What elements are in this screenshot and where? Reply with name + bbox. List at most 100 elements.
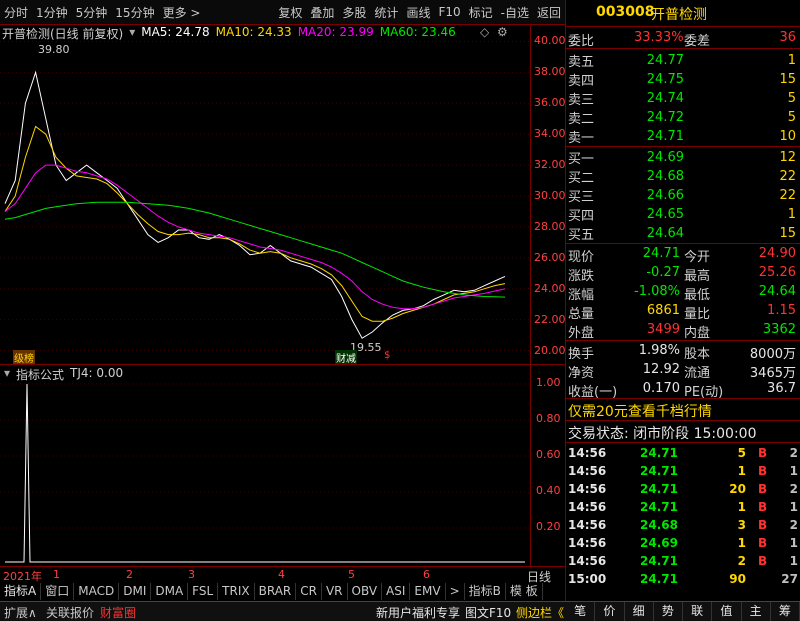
- tick-price: 24.71: [640, 572, 678, 586]
- stat-label: 最高: [684, 269, 711, 284]
- tick-price: 24.69: [640, 536, 678, 550]
- price-tick: 32.00: [534, 158, 566, 172]
- stat-value: 3499: [646, 322, 680, 337]
- tick-row: 14:56 24.68 3 B 2: [566, 516, 800, 534]
- indicator-tab[interactable]: 指标A: [0, 583, 42, 600]
- time-axis-month: 2: [126, 568, 133, 581]
- kline-chart[interactable]: [0, 26, 530, 366]
- toolbar-item[interactable]: 画线: [402, 4, 434, 21]
- order-volume: 10: [779, 128, 796, 144]
- tick-time: 14:56: [568, 536, 607, 550]
- time-axis-year: 2021年: [3, 570, 42, 583]
- tick-price: 24.68: [640, 518, 678, 532]
- tick-direction: B: [758, 482, 768, 496]
- order-book-row: 买四 24.65 1: [566, 205, 800, 224]
- indicator-tab[interactable]: CR: [296, 583, 322, 600]
- event-tag-3[interactable]: $: [384, 350, 390, 361]
- toolbar-item[interactable]: F10: [434, 5, 464, 19]
- stat-value: -1.08%: [634, 284, 680, 299]
- tick-price: 24.71: [640, 464, 678, 478]
- indicator-tab[interactable]: 模 板: [506, 583, 543, 600]
- toolbar-item[interactable]: 返回: [533, 4, 565, 21]
- side-tab[interactable]: 主: [742, 602, 771, 621]
- indicator-tab[interactable]: TRIX: [218, 583, 255, 600]
- order-price: 24.74: [646, 90, 684, 106]
- tick-direction: B: [758, 536, 768, 550]
- tick-row: 14:56 24.71 2 B 1: [566, 552, 800, 570]
- stat-label: 股本: [684, 347, 711, 362]
- tick-time: 15:00: [568, 572, 607, 586]
- toolbar-item[interactable]: 统计: [370, 4, 402, 21]
- toolbar-item[interactable]: 5分钟: [72, 4, 112, 21]
- tick-count: 1: [789, 500, 798, 514]
- side-tab[interactable]: 笔: [566, 602, 596, 621]
- tick-volume: 20: [729, 482, 746, 496]
- sidebar-button[interactable]: 侧边栏《: [516, 604, 564, 621]
- tick-row: 14:56 24.71 1 B 1: [566, 498, 800, 516]
- toolbar-item[interactable]: 多股: [338, 4, 370, 21]
- event-tag-1[interactable]: 级榜: [13, 350, 35, 365]
- indicator-tab[interactable]: 指标B: [465, 583, 506, 600]
- order-level-label: 买三: [568, 189, 595, 205]
- toolbar-item[interactable]: 标记: [465, 4, 497, 21]
- indicator-tab[interactable]: DMI: [119, 583, 152, 600]
- side-tab[interactable]: 细: [625, 602, 654, 621]
- tick-volume: 5: [737, 446, 746, 460]
- side-tab[interactable]: 价: [595, 602, 625, 621]
- indicator-tab[interactable]: MACD: [74, 583, 120, 600]
- stat-value: 6861: [646, 303, 680, 318]
- expand-button[interactable]: 扩展∧: [4, 604, 37, 621]
- indicator-chart[interactable]: [0, 380, 530, 565]
- side-tab[interactable]: 联: [683, 602, 713, 621]
- divider: [566, 48, 800, 49]
- side-tabs: 笔价细势联值主筹: [566, 602, 800, 621]
- toolbar-item[interactable]: 1分钟: [32, 4, 72, 21]
- indicator-tab[interactable]: DMA: [151, 583, 189, 600]
- order-level-label: 卖一: [568, 130, 595, 146]
- tick-count: 2: [789, 518, 798, 532]
- indicator-tab[interactable]: >: [446, 583, 465, 600]
- stat-value: 8000万: [749, 347, 796, 362]
- stat-value: 12.92: [642, 362, 680, 377]
- tick-price: 24.71: [640, 446, 678, 460]
- toolbar-item[interactable]: 复权: [274, 4, 306, 21]
- indicator-tab[interactable]: BRAR: [255, 583, 297, 600]
- order-volume: 1: [787, 206, 796, 222]
- toolbar-item[interactable]: 15分钟: [111, 4, 158, 21]
- promo-banner[interactable]: 仅需20元查看千档行情: [568, 401, 712, 421]
- panel-divider: [0, 364, 565, 365]
- indicator-tab[interactable]: VR: [322, 583, 348, 600]
- indicator-tab[interactable]: FSL: [188, 583, 219, 600]
- event-tag-2[interactable]: 财减: [335, 350, 357, 365]
- indicator-tab[interactable]: 窗口: [41, 583, 75, 600]
- toolbar-item[interactable]: -自选: [497, 4, 533, 21]
- stat-label: 总量: [568, 307, 595, 322]
- side-tab[interactable]: 势: [654, 602, 683, 621]
- toolbar-item[interactable]: 更多 >: [159, 4, 205, 21]
- stat-value: 3465万: [749, 366, 796, 381]
- new-user-promo-button[interactable]: 新用户福利专享: [376, 604, 460, 621]
- stat-label: 涨跌: [568, 269, 595, 284]
- quote-stat-row: 现价 24.71 今开 24.90: [566, 245, 800, 265]
- indicator-tick: 0.60: [536, 448, 561, 461]
- weibi-value: 33.33%: [634, 30, 684, 45]
- indicator-tab[interactable]: EMV: [410, 583, 446, 600]
- stat-value: 24.64: [758, 284, 796, 299]
- time-axis-month: 6: [423, 568, 430, 581]
- side-tab[interactable]: 值: [712, 602, 742, 621]
- time-axis-month: 1: [53, 568, 60, 581]
- order-volume: 22: [779, 168, 796, 184]
- tick-time: 14:56: [568, 500, 607, 514]
- indicator-tab[interactable]: ASI: [382, 583, 411, 600]
- f10-button[interactable]: 图文F10: [465, 604, 511, 621]
- order-level-label: 卖三: [568, 92, 595, 108]
- toolbar-item[interactable]: 叠加: [306, 4, 338, 21]
- stat-value: 25.26: [758, 265, 796, 280]
- toolbar-item[interactable]: 分时: [0, 4, 32, 21]
- indicator-tab[interactable]: OBV: [348, 583, 383, 600]
- tick-volume: 1: [737, 536, 746, 550]
- side-tab[interactable]: 筹: [771, 602, 800, 621]
- wealth-circle-button[interactable]: 财富圈: [100, 604, 136, 621]
- related-quote-button[interactable]: 关联报价: [46, 604, 94, 621]
- order-book-row: 卖二 24.72 5: [566, 108, 800, 127]
